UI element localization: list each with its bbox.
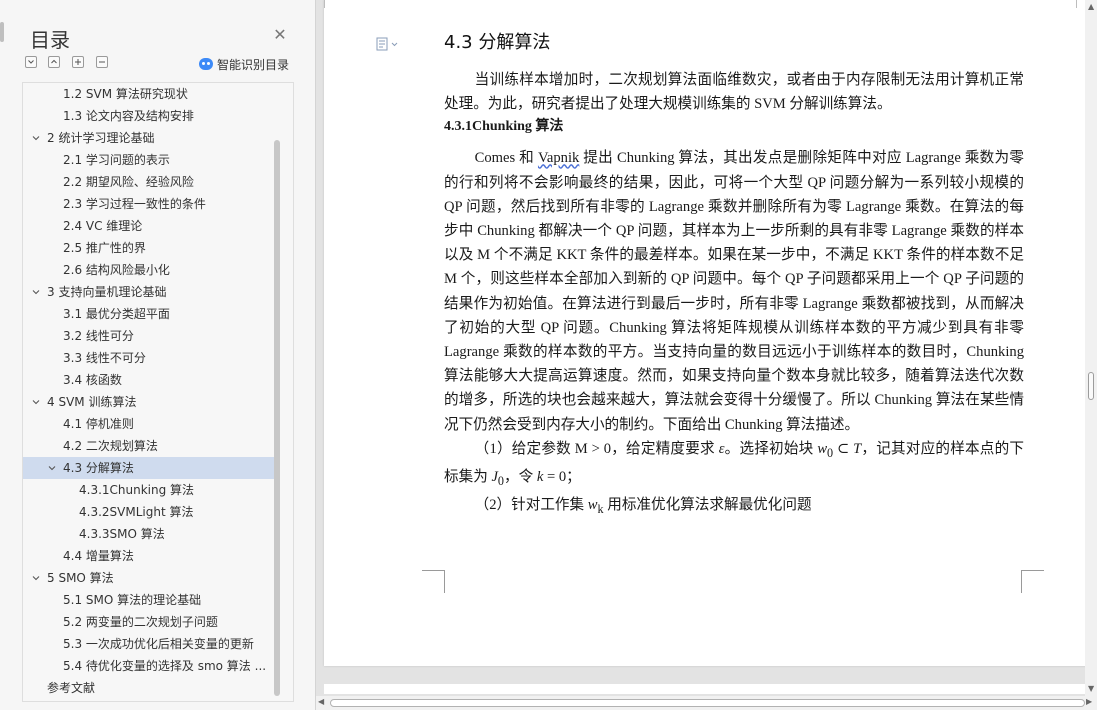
toc-item[interactable]: 4.3.2SVMLight 算法: [23, 501, 275, 523]
toc-item-label: 4.3.2SVMLight 算法: [79, 505, 194, 519]
toc-item-label: 3 支持向量机理论基础: [47, 285, 167, 299]
toc-item-label: 2.4 VC 维理论: [63, 219, 143, 233]
toc-title: 目录: [30, 28, 70, 52]
toc-item[interactable]: 4.3.1Chunking 算法: [23, 479, 275, 501]
page-corner-mark: [1076, 0, 1077, 8]
toc-item-label: 5 SMO 算法: [47, 571, 114, 585]
spellcheck-word[interactable]: Vapnik: [538, 150, 579, 166]
toc-item-label: 参考文献: [47, 681, 96, 695]
chevron-down-icon[interactable]: [47, 463, 57, 473]
toc-item-label: 3.1 最优分类超平面: [63, 307, 170, 321]
toc-item[interactable]: 4.2 二次规划算法: [23, 435, 275, 457]
horizontal-scroll-thumb[interactable]: [330, 699, 1085, 707]
toc-item[interactable]: 2.2 期望风险、经验风险: [23, 171, 275, 193]
toc-item-label: 1.2 SVM 算法研究现状: [63, 87, 188, 101]
toc-item-label: 2.3 学习过程一致性的条件: [63, 197, 206, 211]
toc-item-label: 5.1 SMO 算法的理论基础: [63, 593, 202, 607]
toc-item[interactable]: 4 SVM 训练算法: [23, 391, 275, 413]
ai-assistant-icon: [199, 58, 213, 70]
toc-item-label: 1.3 论文内容及结构安排: [63, 109, 194, 123]
toc-item-label: 4.2 二次规划算法: [63, 439, 158, 453]
vertical-scrollbar[interactable]: ▲ ▼: [1085, 0, 1097, 696]
toc-item-label: 5.2 两变量的二次规划子问题: [63, 615, 218, 629]
toc-item-label: 3.3 线性不可分: [63, 351, 146, 365]
toc-item-label: 2 统计学习理论基础: [47, 131, 155, 145]
toc-item[interactable]: 2 统计学习理论基础: [23, 127, 275, 149]
toc-pane: 目录 ✕ 智能识别目录 1.2 SVM 算法研究现状 1.3 论文内容及结构安排 2…: [0, 0, 316, 710]
toc-list-container: 1.2 SVM 算法研究现状 1.3 论文内容及结构安排 2 统计学习理论基础 2.1…: [22, 82, 294, 702]
toc-item-label: 4.3 分解算法: [63, 461, 134, 475]
toc-item-label: 5.3 一次成功优化后相关变量的更新: [63, 637, 254, 651]
document-page: 4.3 分解算法 当训练样本增加时，二次规划算法面临维数灾，或者由于内存限制无法…: [324, 0, 1087, 666]
toc-item-label: 4.3.3SMO 算法: [79, 527, 165, 541]
toc-item-label: 5.4 待优化变量的选择及 smo 算法 ...: [63, 659, 267, 673]
scroll-up-icon[interactable]: ▲: [1088, 2, 1094, 11]
vertical-scroll-thumb[interactable]: [1088, 372, 1094, 400]
toc-item-label: 4 SVM 训练算法: [47, 395, 137, 409]
toc-item[interactable]: 2.3 学习过程一致性的条件: [23, 193, 275, 215]
toc-item-label: 2.6 结构风险最小化: [63, 263, 170, 277]
chevron-down-icon[interactable]: [31, 133, 41, 143]
toc-item[interactable]: 2.1 学习问题的表示: [23, 149, 275, 171]
chevron-down-icon[interactable]: [31, 397, 41, 407]
toc-item-label: 2.2 期望风险、经验风险: [63, 175, 194, 189]
scroll-left-icon[interactable]: ◀: [318, 697, 324, 706]
paragraph-intro: 当训练样本增加时，二次规划算法面临维数灾，或者由于内存限制无法用计算机正常处理。…: [444, 72, 1024, 113]
toc-item[interactable]: 3.2 线性可分: [23, 325, 275, 347]
toc-item[interactable]: 5.3 一次成功优化后相关变量的更新: [23, 633, 275, 655]
toc-item-label: 4.4 增量算法: [63, 549, 134, 563]
toc-item[interactable]: 5.4 待优化变量的选择及 smo 算法 ...: [23, 655, 275, 677]
smart-toc-button[interactable]: 智能识别目录: [199, 56, 289, 72]
toc-item[interactable]: 3.4 核函数: [23, 369, 275, 391]
toc-item[interactable]: 4.4 增量算法: [23, 545, 275, 567]
toc-item-label: 3.2 线性可分: [63, 329, 134, 343]
toc-item[interactable]: 2.5 推广性的界: [23, 237, 275, 259]
toc-item[interactable]: 4.3.3SMO 算法: [23, 523, 275, 545]
collapse-all-icon[interactable]: [25, 56, 37, 68]
section-heading: 4.3 分解算法: [444, 32, 551, 53]
toc-item[interactable]: 3.1 最优分类超平面: [23, 303, 275, 325]
toc-item[interactable]: 5 SMO 算法: [23, 567, 275, 589]
toc-item-label: 2.1 学习问题的表示: [63, 153, 170, 167]
algorithm-step-1: （1）给定参数 M > 0，给定精度要求 ε。选择初始块 w0 ⊂ T，记其对应…: [444, 440, 1024, 488]
toc-item[interactable]: 参考文献: [23, 677, 275, 699]
chevron-down-icon[interactable]: [31, 573, 41, 583]
toc-item[interactable]: 3.3 线性不可分: [23, 347, 275, 369]
toc-item-selected[interactable]: 4.3 分解算法: [23, 457, 275, 479]
algorithm-step-2: （2）针对工作集 wk 用标准优化算法求解最优化问题: [474, 497, 812, 516]
toc-item[interactable]: 5.1 SMO 算法的理论基础: [23, 589, 275, 611]
toc-item-label: 2.5 推广性的界: [63, 241, 146, 255]
page-corner-mark: [1021, 570, 1044, 593]
add-icon[interactable]: [72, 56, 84, 68]
page-corner-mark: [422, 570, 445, 593]
toc-item[interactable]: 2.6 结构风险最小化: [23, 259, 275, 281]
scroll-down-icon[interactable]: ▼: [1088, 684, 1094, 693]
page-corner-mark: [324, 0, 325, 8]
toc-item-label: 3.4 核函数: [63, 373, 122, 387]
next-page-edge: [324, 684, 1087, 694]
horizontal-scrollbar[interactable]: ◀ ▶: [316, 696, 1097, 710]
toc-item[interactable]: 3 支持向量机理论基础: [23, 281, 275, 303]
expand-icon[interactable]: [48, 56, 60, 68]
toc-item-label: 4.3.1Chunking 算法: [79, 483, 195, 497]
paragraph-chunking: Comes 和 Vapnik 提出 Chunking 算法，其出发点是删除矩阵中…: [444, 150, 1024, 433]
toc-scrollbar[interactable]: [274, 140, 280, 696]
close-icon[interactable]: ✕: [272, 27, 288, 43]
smart-toc-label: 智能识别目录: [217, 57, 290, 72]
chevron-down-icon[interactable]: [31, 287, 41, 297]
document-body: 当训练样本增加时，二次规划算法面临维数灾，或者由于内存限制无法用计算机正常处理。…: [444, 68, 1024, 521]
scroll-right-icon[interactable]: ▶: [1086, 697, 1092, 706]
toc-item[interactable]: 2.4 VC 维理论: [23, 215, 275, 237]
remove-icon[interactable]: [96, 56, 108, 68]
document-area: 4.3 分解算法 当训练样本增加时，二次规划算法面临维数灾，或者由于内存限制无法…: [316, 0, 1097, 710]
toc-item[interactable]: 1.2 SVM 算法研究现状: [23, 83, 275, 105]
toc-item[interactable]: 5.2 两变量的二次规划子问题: [23, 611, 275, 633]
toc-item[interactable]: 4.1 停机准则: [23, 413, 275, 435]
toc-item[interactable]: 1.3 论文内容及结构安排: [23, 105, 275, 127]
pane-resize-grip[interactable]: [0, 22, 4, 42]
paragraph-options-icon[interactable]: [376, 36, 402, 51]
subsection-heading: 4.3.1Chunking 算法: [444, 119, 564, 135]
toc-item-label: 4.1 停机准则: [63, 417, 134, 431]
